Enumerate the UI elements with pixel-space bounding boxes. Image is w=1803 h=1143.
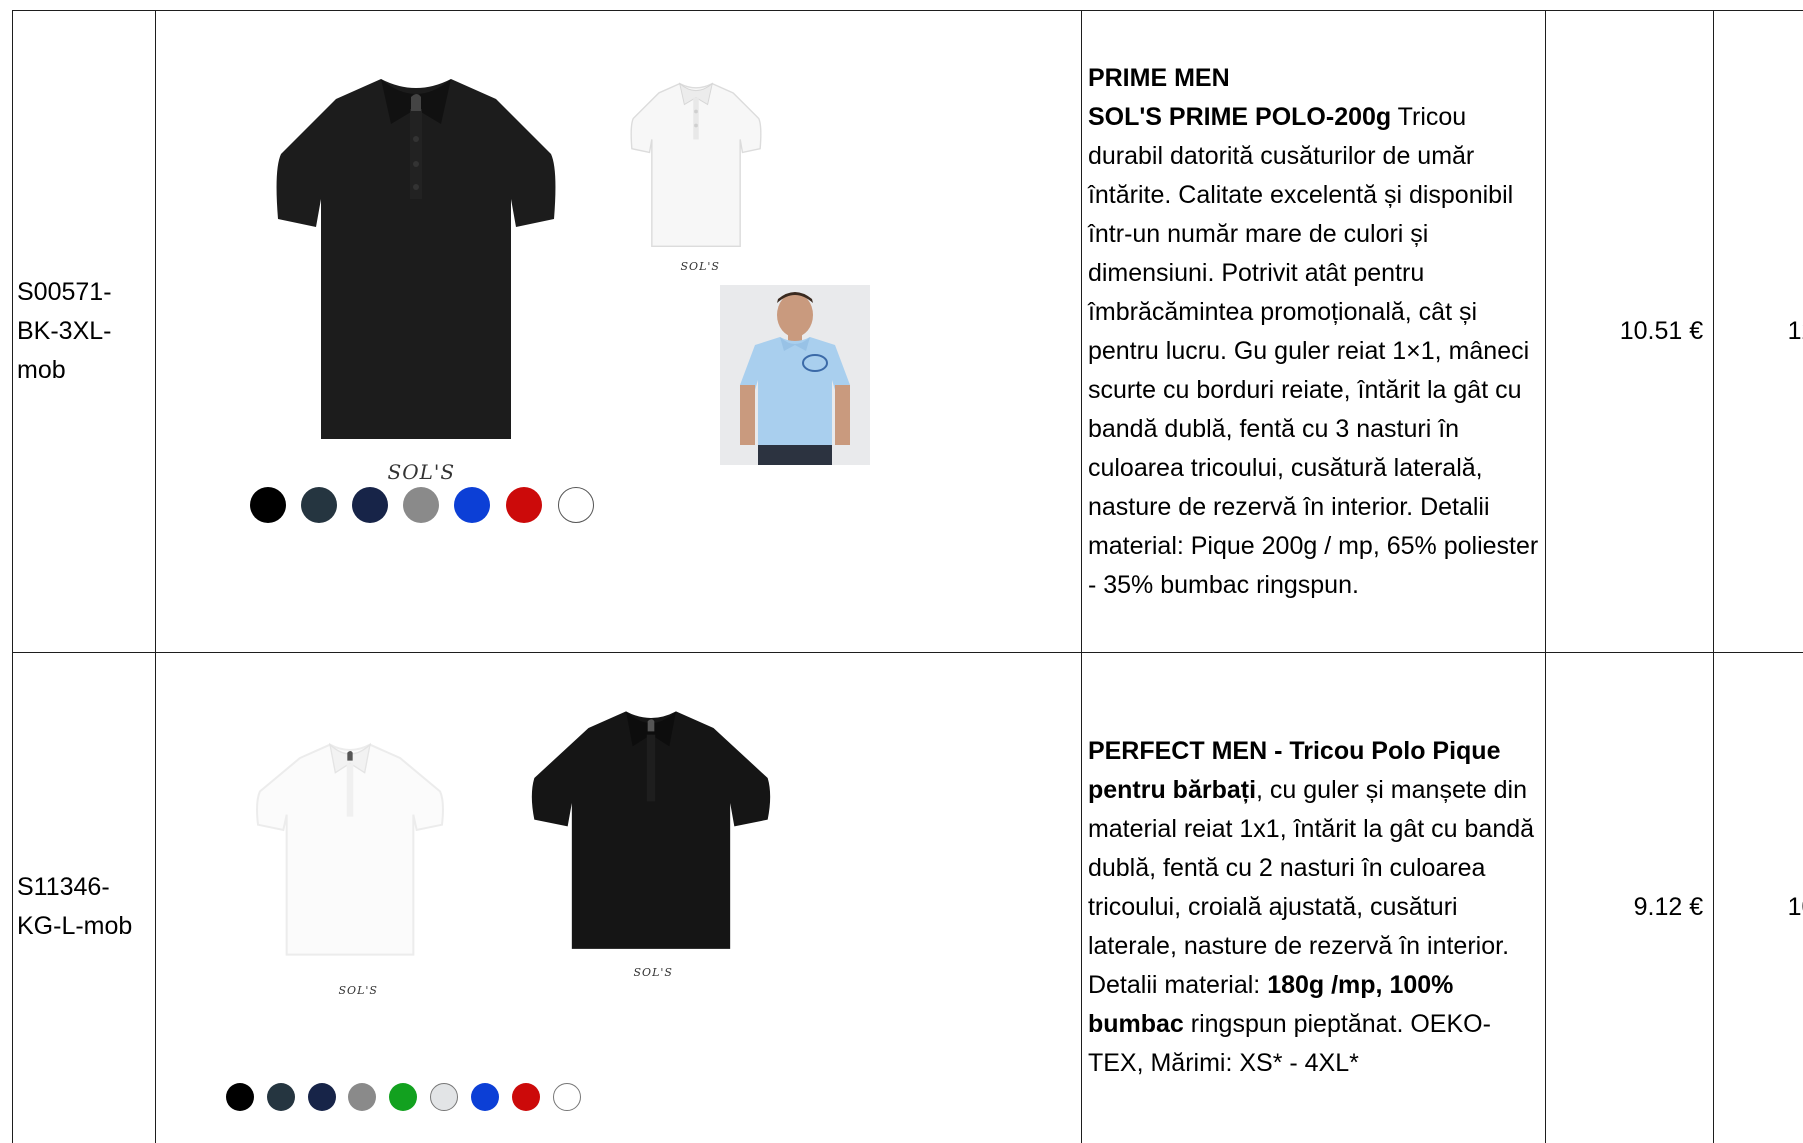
price-cell-secondary: 10.85 € xyxy=(1713,652,1803,1143)
product-description-cell: PRIME MEN SOL'S PRIME POLO-200g Tricou d… xyxy=(1080,10,1547,653)
brand-logo: SOL'S xyxy=(338,984,378,997)
product-code-cell: S00571- BK-3XL- mob xyxy=(12,10,156,653)
brand-logo: SOL'S xyxy=(633,966,673,979)
price-cell: 10.51 € xyxy=(1545,10,1715,653)
color-swatch-charcoal[interactable] xyxy=(266,1083,295,1111)
color-swatch-navy[interactable] xyxy=(351,487,388,523)
color-swatch-grey[interactable] xyxy=(402,487,439,523)
color-swatch-white[interactable] xyxy=(557,487,594,523)
product-title: PRIME MEN xyxy=(1087,63,1230,92)
product-description-text: Tricou durabil datorită cusăturilor de u… xyxy=(1087,102,1539,599)
product-code-line: mob xyxy=(17,356,66,384)
product-code-line: S00571- xyxy=(17,278,112,306)
product-code-line: BK-3XL- xyxy=(17,317,112,345)
color-swatch-black[interactable] xyxy=(249,487,286,523)
color-swatch-red[interactable] xyxy=(511,1083,540,1111)
product-subtitle: SOL'S PRIME POLO-200g xyxy=(1087,102,1392,131)
color-swatch-navy[interactable] xyxy=(307,1083,336,1111)
price-cell: 9.12 € xyxy=(1545,652,1715,1143)
black-polo-shirt-icon xyxy=(276,79,555,439)
product-images-cell: SOL'S SOL'S xyxy=(154,10,1082,653)
brand-logo: SOL'S xyxy=(680,260,720,273)
product-code-line: S11346- xyxy=(17,873,110,901)
product-description-text: , cu guler și manșete din material reiat… xyxy=(1087,775,1535,999)
white-polo-shirt-icon xyxy=(629,82,762,248)
color-swatch-green[interactable] xyxy=(388,1083,417,1111)
product-table-page: S00571- BK-3XL- mob SOL'S SOL'S PRIME ME… xyxy=(0,0,1803,1143)
color-swatch-black[interactable] xyxy=(225,1083,254,1111)
color-swatch-white[interactable] xyxy=(552,1083,581,1111)
model-light-blue-polo-photo xyxy=(719,285,870,465)
black-polo-shirt-icon xyxy=(531,711,770,949)
color-swatch-royal-blue[interactable] xyxy=(453,487,490,523)
product-description: PERFECT MEN - Tricou Polo Pique pentru b… xyxy=(1088,732,1539,1083)
product-code-cell: S11346- KG-L-mob xyxy=(12,652,156,1143)
color-swatch-grey[interactable] xyxy=(347,1083,376,1111)
table-row: S11346- KG-L-mob SOL'S SOL'S PERFECT MEN… xyxy=(12,652,1803,1143)
color-swatch-red[interactable] xyxy=(505,487,542,523)
table-row: S00571- BK-3XL- mob SOL'S SOL'S PRIME ME… xyxy=(12,10,1803,653)
color-swatch-charcoal[interactable] xyxy=(300,487,337,523)
product-table: S00571- BK-3XL- mob SOL'S SOL'S PRIME ME… xyxy=(12,10,1803,1143)
white-polo-shirt-icon xyxy=(255,742,444,956)
product-images-cell: SOL'S SOL'S xyxy=(154,652,1082,1143)
price-cell-secondary: 12.51 € xyxy=(1713,10,1803,653)
product-description: PRIME MEN SOL'S PRIME POLO-200g Tricou d… xyxy=(1088,59,1539,605)
product-code-line: KG-L-mob xyxy=(17,912,133,940)
color-swatch-light-grey[interactable] xyxy=(429,1083,458,1111)
product-description-cell: PERFECT MEN - Tricou Polo Pique pentru b… xyxy=(1080,652,1547,1143)
color-swatch-royal-blue[interactable] xyxy=(470,1083,499,1111)
